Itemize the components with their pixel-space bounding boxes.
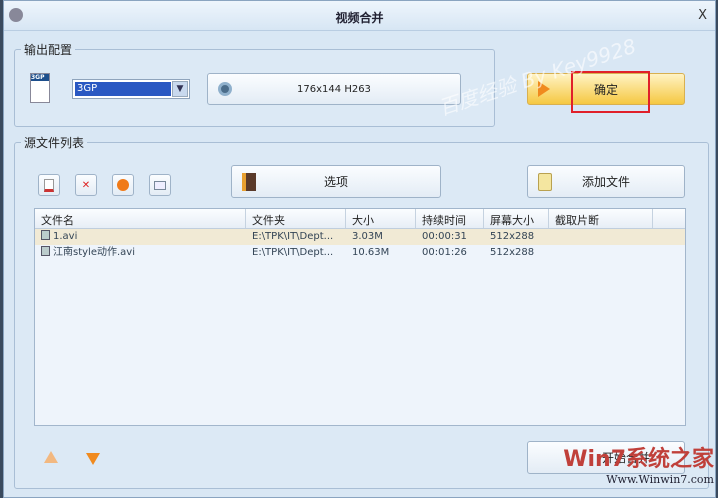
- info-card-icon: [154, 180, 166, 190]
- column-header[interactable]: 大小: [346, 209, 416, 228]
- file-name: 1.avi: [53, 231, 78, 242]
- file-remove-icon: ✕: [81, 179, 91, 191]
- add-file-icon: [538, 172, 552, 191]
- table-row[interactable]: 1.avi E:\TPK\IT\Dept... 3.03M 00:00:31 5…: [35, 229, 685, 245]
- close-button[interactable]: X: [698, 8, 707, 23]
- add-file-button[interactable]: 添加文件: [527, 165, 685, 198]
- play-button[interactable]: [112, 174, 134, 196]
- info-button[interactable]: [149, 174, 171, 196]
- table-header: 文件名 文件夹 大小 持续时间 屏幕大小 截取片断: [35, 209, 685, 229]
- column-header[interactable]: 文件名: [35, 209, 246, 228]
- file-folder: E:\TPK\IT\Dept...: [252, 231, 334, 242]
- file-clip: [549, 245, 653, 261]
- watermark-bottom: Win7系统之家 Www.Winwin7.com: [563, 447, 714, 486]
- file-table: 文件名 文件夹 大小 持续时间 屏幕大小 截取片断 1.avi E:\TPK\I…: [34, 208, 686, 426]
- options-button[interactable]: 选项: [231, 165, 441, 198]
- title-bar: 视频合并 X: [4, 1, 715, 31]
- options-label: 选项: [323, 175, 348, 189]
- file-size: 3.03M: [352, 231, 383, 242]
- window-title: 视频合并: [335, 11, 384, 25]
- play-icon: [117, 179, 129, 191]
- 3gp-format-icon: 3GP: [30, 73, 50, 103]
- new-file-button[interactable]: [38, 174, 60, 196]
- file-size: 10.63M: [352, 247, 390, 258]
- profile-label: 176x144 H263: [297, 83, 371, 95]
- file-clip: [549, 229, 653, 245]
- file-duration: 00:01:26: [422, 247, 467, 258]
- profile-button[interactable]: 176x144 H263: [207, 73, 461, 105]
- highlight-box: [571, 71, 650, 113]
- column-header[interactable]: 截取片断: [549, 209, 653, 228]
- video-file-icon: [41, 230, 50, 240]
- source-list-legend: 源文件列表: [24, 136, 85, 150]
- format-value: 3GP: [75, 82, 171, 96]
- file-duration: 00:00:31: [422, 231, 467, 242]
- move-up-icon[interactable]: [44, 451, 58, 463]
- move-down-icon[interactable]: [86, 453, 100, 465]
- column-header-filler: [653, 209, 685, 228]
- column-header[interactable]: 持续时间: [416, 209, 484, 228]
- format-select[interactable]: 3GP ▼: [72, 79, 190, 99]
- film-tools-icon: [242, 172, 256, 191]
- column-header[interactable]: 屏幕大小: [484, 209, 549, 228]
- output-config-legend: 输出配置: [24, 43, 73, 57]
- chevron-down-icon[interactable]: ▼: [172, 81, 188, 97]
- add-file-label: 添加文件: [581, 175, 630, 189]
- file-screen-size: 512x288: [490, 247, 535, 258]
- file-folder: E:\TPK\IT\Dept...: [252, 247, 334, 258]
- video-merge-dialog: 视频合并 X 输出配置 3GP 3GP ▼ 176x144 H263 确定 百度…: [3, 0, 716, 498]
- column-header[interactable]: 文件夹: [246, 209, 346, 228]
- file-new-icon: [44, 178, 54, 192]
- gear-icon: [218, 82, 232, 96]
- table-row[interactable]: 江南style动作.avi E:\TPK\IT\Dept... 10.63M 0…: [35, 245, 685, 261]
- remove-file-button[interactable]: ✕: [75, 174, 97, 196]
- file-name: 江南style动作.avi: [53, 247, 135, 258]
- file-screen-size: 512x288: [490, 231, 535, 242]
- video-file-icon: [41, 246, 50, 256]
